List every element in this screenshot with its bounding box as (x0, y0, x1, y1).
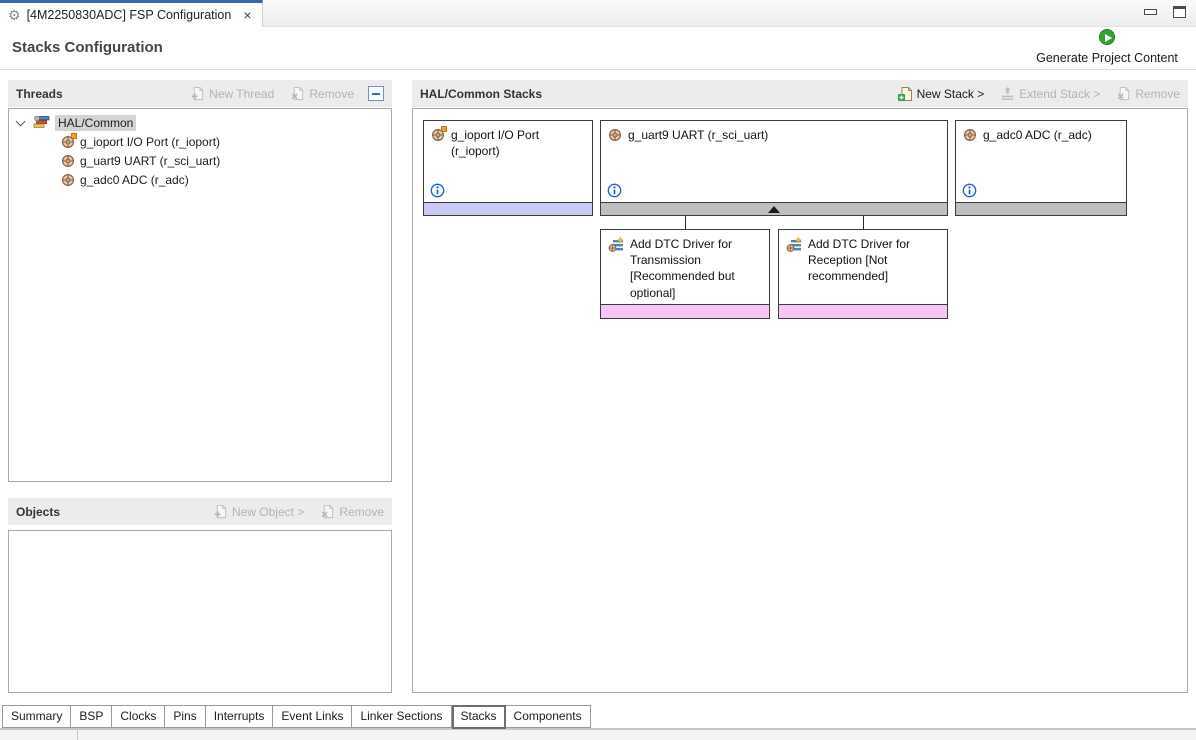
module-icon (963, 128, 977, 143)
status-bar (0, 729, 1196, 740)
thread-stack-icon (33, 115, 50, 130)
page-title: Stacks Configuration (12, 39, 163, 56)
add-dtc-transmission-card[interactable]: Add DTC Driver for Transmission [Recomme… (600, 229, 770, 319)
module-ioport-icon (431, 126, 447, 159)
extend-stack-icon (1000, 86, 1015, 101)
add-dtc-reception-card[interactable]: Add DTC Driver for Reception [Not recomm… (778, 229, 948, 319)
collapse-children-icon[interactable] (768, 206, 780, 213)
threads-title: Threads (16, 86, 63, 101)
new-thread-button[interactable]: New Thread (190, 86, 274, 101)
tree-item-hal-common[interactable]: HAL/Common (9, 113, 391, 132)
page-header: Stacks Configuration Generate Project Co… (0, 27, 1196, 70)
remove-object-button[interactable]: Remove (320, 504, 384, 519)
tab-components[interactable]: Components (505, 705, 591, 728)
module-icon (608, 128, 622, 143)
close-icon[interactable]: × (243, 8, 251, 22)
info-icon[interactable] (430, 183, 445, 198)
stack-card-g-uart9[interactable]: g_uart9 UART (r_sci_uart) (600, 120, 948, 216)
new-object-button[interactable]: New Object > (213, 504, 304, 519)
gear-icon: ⚙ (8, 7, 21, 23)
tab-summary[interactable]: Summary (2, 705, 72, 728)
stack-status-strip (779, 304, 947, 318)
generate-play-icon (1099, 29, 1115, 45)
maximize-icon[interactable] (1173, 6, 1186, 18)
tab-bsp[interactable]: BSP (71, 705, 113, 728)
child-card-title: Add DTC Driver for Transmission [Recomme… (630, 237, 735, 300)
fsp-configuration-window: ⚙ [4M2250830ADC] FSP Configuration × Sta… (0, 0, 1196, 740)
info-icon[interactable] (962, 183, 977, 198)
stacks-title: HAL/Common Stacks (420, 86, 543, 101)
stack-status-strip (956, 202, 1126, 215)
status-bar-cell (0, 730, 78, 740)
remove-thread-button[interactable]: Remove (290, 86, 354, 101)
stack-status-strip (424, 202, 592, 215)
chevron-down-icon[interactable] (15, 116, 26, 126)
new-stack-button[interactable]: New Stack > (897, 86, 984, 102)
add-module-icon (608, 237, 624, 301)
threads-tree-panel: HAL/Common g_ioport I/O Port (r_ioport) (8, 108, 392, 482)
module-ioport-icon (61, 132, 77, 149)
tab-linker-sections[interactable]: Linker Sections (352, 705, 452, 728)
new-object-icon (213, 504, 228, 519)
tree-item-label: HAL/Common (55, 114, 137, 131)
tab-stacks[interactable]: Stacks (451, 705, 506, 729)
stacks-toolbar: HAL/Common Stacks New Stack > Extend Sta… (412, 80, 1188, 107)
tab-clocks[interactable]: Clocks (112, 705, 166, 728)
stack-card-title: g_adc0 ADC (r_adc) (983, 128, 1092, 142)
new-stack-icon (897, 86, 913, 102)
editor-tab-fsp-configuration[interactable]: ⚙ [4M2250830ADC] FSP Configuration × (0, 0, 263, 27)
stack-card-title: g_ioport I/O Port (r_ioport) (451, 128, 540, 159)
objects-title: Objects (16, 504, 61, 519)
stack-status-strip (601, 304, 769, 318)
module-icon (61, 173, 75, 187)
remove-icon (320, 504, 335, 519)
tree-item-g-ioport[interactable]: g_ioport I/O Port (r_ioport) (9, 132, 391, 151)
info-icon[interactable] (607, 183, 622, 198)
tree-item-g-adc0[interactable]: g_adc0 ADC (r_adc) (9, 170, 391, 189)
editor-tab-title: [4M2250830ADC] FSP Configuration (26, 8, 232, 22)
stack-card-title: g_uart9 UART (r_sci_uart) (628, 128, 769, 142)
collapse-all-icon[interactable] (368, 86, 384, 101)
tab-interrupts[interactable]: Interrupts (205, 705, 274, 728)
bottom-tabbar: Summary BSP Clocks Pins Interrupts Event… (0, 705, 1196, 729)
tab-pins[interactable]: Pins (165, 705, 206, 728)
remove-stack-button[interactable]: Remove (1116, 86, 1180, 101)
threads-toolbar: Threads New Thread Remove (8, 80, 392, 107)
remove-icon (1116, 86, 1131, 101)
tree-item-label: g_ioport I/O Port (r_ioport) (80, 134, 221, 149)
tab-event-links[interactable]: Event Links (273, 705, 353, 728)
stack-connector-line (685, 216, 686, 229)
tree-item-g-uart9[interactable]: g_uart9 UART (r_sci_uart) (9, 151, 391, 170)
stack-card-g-adc0[interactable]: g_adc0 ADC (r_adc) (955, 120, 1127, 216)
tree-item-label: g_adc0 ADC (r_adc) (80, 172, 189, 187)
generate-project-content-button[interactable]: Generate Project Content (1032, 29, 1182, 65)
module-icon (61, 154, 75, 168)
new-thread-icon (190, 86, 205, 101)
child-card-title: Add DTC Driver for Reception [Not recomm… (808, 237, 911, 284)
objects-toolbar: Objects New Object > Remove (8, 498, 392, 525)
generate-label: Generate Project Content (1036, 51, 1178, 65)
objects-list-panel (8, 530, 392, 693)
stack-status-strip[interactable] (601, 202, 947, 215)
editor-tabbar: ⚙ [4M2250830ADC] FSP Configuration × (0, 0, 1196, 27)
add-module-icon (786, 237, 802, 285)
stack-card-g-ioport[interactable]: g_ioport I/O Port (r_ioport) (423, 120, 593, 216)
stack-connector-line (863, 216, 864, 229)
tree-item-label: g_uart9 UART (r_sci_uart) (80, 153, 221, 168)
minimize-icon[interactable] (1144, 9, 1157, 15)
remove-icon (290, 86, 305, 101)
extend-stack-button[interactable]: Extend Stack > (1000, 86, 1100, 101)
